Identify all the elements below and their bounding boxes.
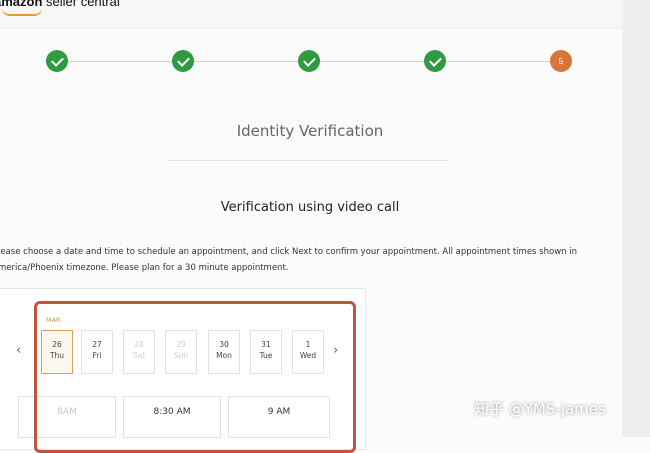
- appointment-instructions: lease choose a date and time to schedule…: [0, 244, 608, 276]
- step-connector: [446, 61, 550, 62]
- step-connector: [194, 61, 298, 62]
- step-number: 5: [558, 56, 564, 66]
- instructions-line: lease choose a date and time to schedule…: [0, 247, 577, 257]
- chevron-left-icon[interactable]: ‹: [16, 343, 21, 358]
- step-4-complete: [424, 50, 446, 72]
- check-icon: [302, 53, 316, 67]
- top-header: amazon seller central: [0, 0, 650, 29]
- page-side-gutter: [622, 0, 650, 437]
- check-icon: [428, 53, 442, 67]
- check-icon: [176, 53, 190, 67]
- page-title: Identity Verification: [236, 122, 384, 140]
- instructions-line: merica/Phoenix timezone. Please plan for…: [0, 263, 289, 273]
- watermark-text: 知乎 @YMS-james: [474, 400, 606, 418]
- title-divider: [168, 160, 448, 161]
- annotation-highlight-box: [34, 301, 356, 453]
- step-connector: [320, 61, 424, 62]
- check-icon: [50, 53, 64, 67]
- step-3-complete: [298, 50, 320, 72]
- section-subtitle: Verification using video call: [220, 200, 400, 215]
- seller-central-logo[interactable]: amazon seller central: [0, 0, 120, 16]
- amazon-smile-icon: [2, 8, 42, 16]
- step-connector: [68, 61, 172, 62]
- logo-product: seller central: [42, 0, 120, 9]
- step-2-complete: [172, 50, 194, 72]
- step-1-complete: [46, 50, 68, 72]
- step-5-current: 5: [550, 50, 572, 72]
